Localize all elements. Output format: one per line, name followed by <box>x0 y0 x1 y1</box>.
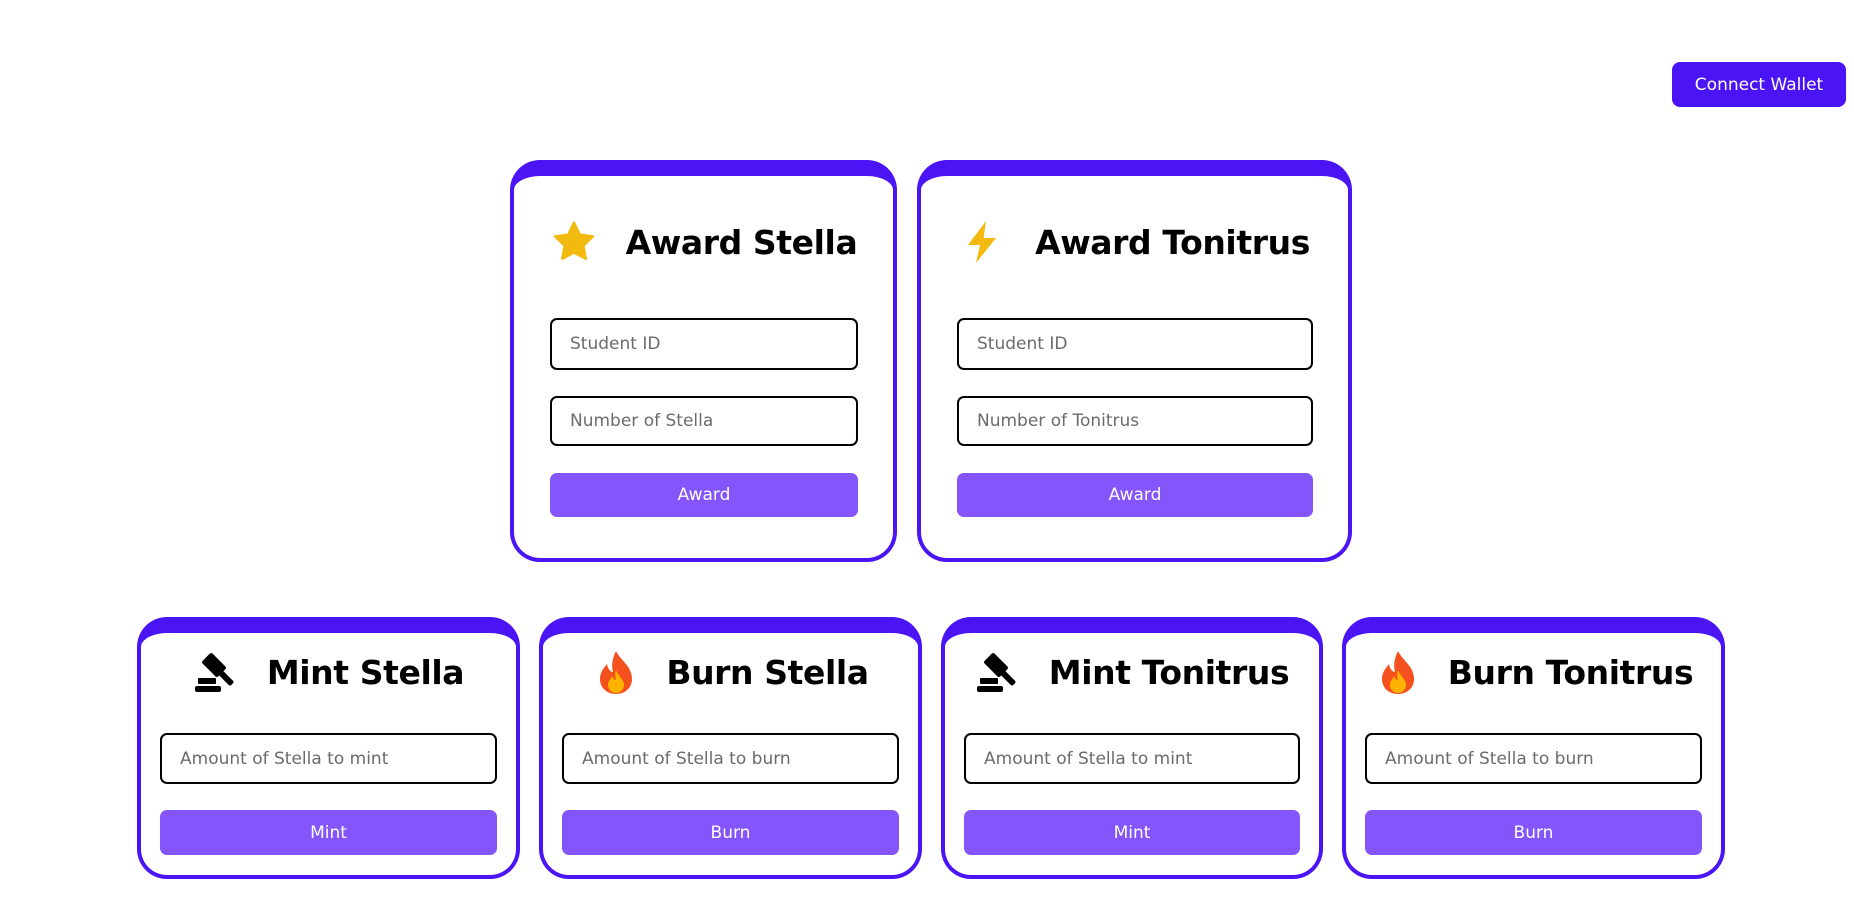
card-title: Burn Tonitrus <box>1447 652 1694 692</box>
connect-wallet-button[interactable]: Connect Wallet <box>1672 62 1846 107</box>
lightning-icon <box>959 218 1007 266</box>
mint-amount-input[interactable] <box>160 733 497 784</box>
burn-stella-button[interactable]: Burn <box>562 810 899 855</box>
burn-amount-input[interactable] <box>1365 733 1702 784</box>
card-title: Burn Stella <box>666 652 869 692</box>
fire-icon <box>1374 648 1422 696</box>
card-title: Mint Stella <box>266 652 465 692</box>
gavel-icon <box>975 648 1023 696</box>
card-title: Award Tonitrus <box>1035 222 1310 262</box>
burn-tonitrus-button[interactable]: Burn <box>1365 810 1702 855</box>
student-id-input[interactable] <box>550 318 858 370</box>
mint-tonitrus-button[interactable]: Mint <box>964 810 1300 855</box>
stella-amount-input[interactable] <box>550 396 858 446</box>
burn-stella-card: Burn Stella Burn <box>539 617 922 879</box>
star-icon <box>550 218 598 266</box>
student-id-input[interactable] <box>957 318 1313 370</box>
burn-tonitrus-card: Burn Tonitrus Burn <box>1342 617 1725 879</box>
award-tonitrus-button[interactable]: Award <box>957 473 1313 517</box>
mint-amount-input[interactable] <box>964 733 1300 784</box>
gavel-icon <box>193 648 241 696</box>
card-title: Award Stella <box>625 222 858 262</box>
mint-tonitrus-card: Mint Tonitrus Mint <box>941 617 1323 879</box>
award-tonitrus-card: Award Tonitrus Award <box>917 160 1352 562</box>
mint-stella-card: Mint Stella Mint <box>137 617 520 879</box>
fire-icon <box>592 648 640 696</box>
tonitrus-amount-input[interactable] <box>957 396 1313 446</box>
card-title: Mint Tonitrus <box>1048 652 1290 692</box>
award-stella-card: Award Stella Award <box>510 160 897 562</box>
award-stella-button[interactable]: Award <box>550 473 858 517</box>
burn-amount-input[interactable] <box>562 733 899 784</box>
mint-stella-button[interactable]: Mint <box>160 810 497 855</box>
